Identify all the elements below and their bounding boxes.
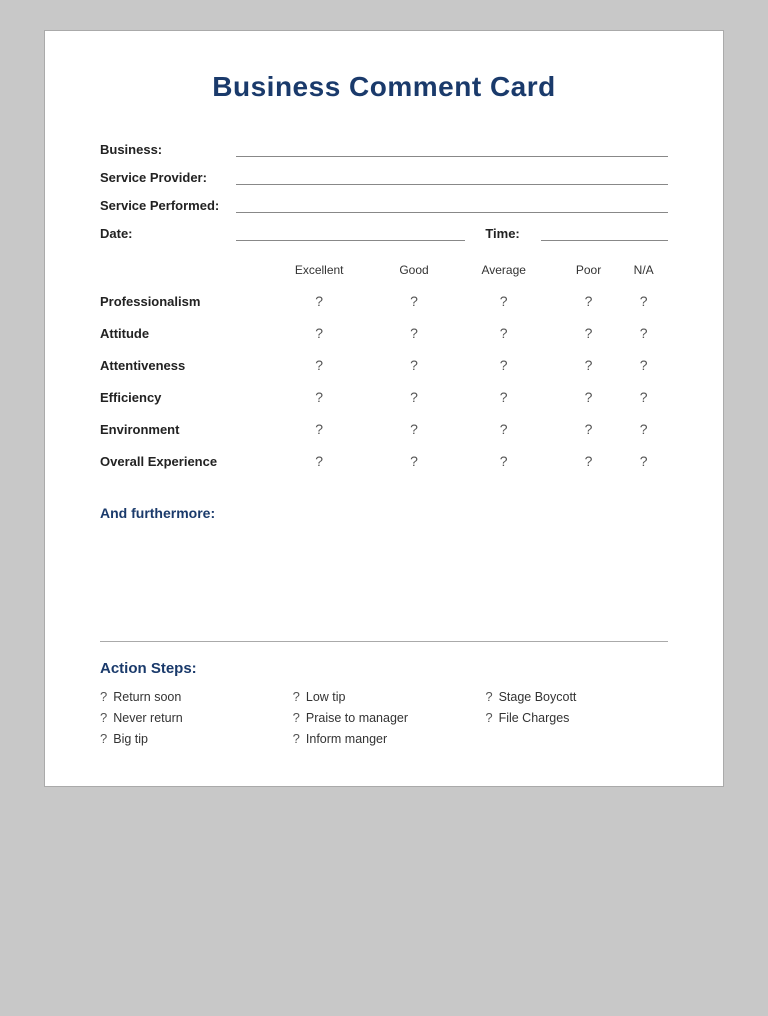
service-provider-input-line[interactable] <box>236 167 668 185</box>
action-step-label: Low tip <box>306 690 346 704</box>
action-q-mark: ? <box>100 710 107 725</box>
rating-cell[interactable]: ? <box>619 381 668 413</box>
col-header-excellent: Excellent <box>260 263 378 285</box>
rating-cell[interactable]: ? <box>378 413 449 445</box>
rating-cell[interactable]: ? <box>619 317 668 349</box>
rating-cell[interactable]: ? <box>619 445 668 477</box>
action-step-item[interactable] <box>485 731 668 746</box>
business-field-row: Business: <box>100 139 668 157</box>
comment-card: Business Comment Card Business: Service … <box>44 30 724 787</box>
rating-cell[interactable]: ? <box>619 285 668 317</box>
business-label: Business: <box>100 142 230 157</box>
action-q-mark: ? <box>485 689 492 704</box>
action-step-item[interactable]: ? Stage Boycott <box>485 689 668 704</box>
comment-area[interactable] <box>100 531 668 621</box>
date-input-line[interactable] <box>236 223 465 241</box>
action-step-label: Inform manger <box>306 732 387 746</box>
rating-cell[interactable]: ? <box>450 317 558 349</box>
action-step-label: Praise to manager <box>306 711 408 725</box>
rating-row-label: Professionalism <box>100 285 260 317</box>
action-step-item[interactable]: ? Big tip <box>100 731 283 746</box>
rating-cell[interactable]: ? <box>260 285 378 317</box>
action-step-item[interactable]: ? Never return <box>100 710 283 725</box>
col-header-poor: Poor <box>558 263 620 285</box>
rating-cell[interactable]: ? <box>619 413 668 445</box>
service-provider-label: Service Provider: <box>100 170 230 185</box>
action-step-item[interactable]: ? File Charges <box>485 710 668 725</box>
rating-cell[interactable]: ? <box>558 349 620 381</box>
service-performed-input-line[interactable] <box>236 195 668 213</box>
col-header-average: Average <box>450 263 558 285</box>
rating-row: Attitude????? <box>100 317 668 349</box>
rating-cell[interactable]: ? <box>378 381 449 413</box>
rating-row: Environment????? <box>100 413 668 445</box>
rating-cell[interactable]: ? <box>558 285 620 317</box>
date-label: Date: <box>100 226 230 241</box>
action-steps-grid: ? Return soon? Low tip? Stage Boycott? Never… <box>100 689 668 746</box>
service-performed-field-row: Service Performed: <box>100 195 668 213</box>
rating-cell[interactable]: ? <box>260 349 378 381</box>
rating-row: Attentiveness????? <box>100 349 668 381</box>
action-step-item[interactable]: ? Low tip <box>293 689 476 704</box>
action-step-item[interactable]: ? Praise to manager <box>293 710 476 725</box>
rating-cell[interactable]: ? <box>450 285 558 317</box>
action-step-label: Big tip <box>113 732 148 746</box>
rating-row: Efficiency????? <box>100 381 668 413</box>
action-steps-title: Action Steps: <box>100 660 668 677</box>
time-group: Time: <box>485 223 668 241</box>
rating-cell[interactable]: ? <box>260 317 378 349</box>
rating-cell[interactable]: ? <box>450 445 558 477</box>
divider <box>100 641 668 642</box>
rating-cell[interactable]: ? <box>558 381 620 413</box>
action-q-mark: ? <box>293 689 300 704</box>
rating-cell[interactable]: ? <box>450 381 558 413</box>
rating-cell[interactable]: ? <box>450 349 558 381</box>
rating-cell[interactable]: ? <box>378 285 449 317</box>
rating-table: Excellent Good Average Poor N/A Professi… <box>100 263 668 477</box>
rating-cell[interactable]: ? <box>619 349 668 381</box>
rating-cell[interactable]: ? <box>378 349 449 381</box>
rating-row-label: Overall Experience <box>100 445 260 477</box>
rating-cell[interactable]: ? <box>558 317 620 349</box>
rating-cell[interactable]: ? <box>260 445 378 477</box>
rating-row: Professionalism????? <box>100 285 668 317</box>
col-header-na: N/A <box>619 263 668 285</box>
rating-cell[interactable]: ? <box>378 317 449 349</box>
action-step-label: Never return <box>113 711 182 725</box>
action-step-label: Return soon <box>113 690 181 704</box>
date-group: Date: <box>100 223 465 241</box>
action-step-label: File Charges <box>499 711 570 725</box>
rating-cell[interactable]: ? <box>260 413 378 445</box>
rating-row-label: Attentiveness <box>100 349 260 381</box>
col-header-good: Good <box>378 263 449 285</box>
rating-cell[interactable]: ? <box>558 413 620 445</box>
action-q-mark: ? <box>100 731 107 746</box>
business-input-line[interactable] <box>236 139 668 157</box>
rating-cell[interactable]: ? <box>558 445 620 477</box>
rating-cell[interactable]: ? <box>450 413 558 445</box>
action-step-item[interactable]: ? Inform manger <box>293 731 476 746</box>
rating-row-label: Environment <box>100 413 260 445</box>
date-time-row: Date: Time: <box>100 223 668 241</box>
action-q-mark: ? <box>293 731 300 746</box>
service-provider-field-row: Service Provider: <box>100 167 668 185</box>
action-q-mark: ? <box>293 710 300 725</box>
action-step-label: Stage Boycott <box>499 690 577 704</box>
rating-row: Overall Experience????? <box>100 445 668 477</box>
time-input-line[interactable] <box>541 223 668 241</box>
card-title: Business Comment Card <box>100 71 668 103</box>
action-q-mark: ? <box>100 689 107 704</box>
rating-row-label: Attitude <box>100 317 260 349</box>
rating-row-label: Efficiency <box>100 381 260 413</box>
action-step-item[interactable]: ? Return soon <box>100 689 283 704</box>
rating-cell[interactable]: ? <box>378 445 449 477</box>
time-label: Time: <box>485 226 535 241</box>
furthermore-label: And furthermore: <box>100 505 668 521</box>
rating-cell[interactable]: ? <box>260 381 378 413</box>
service-performed-label: Service Performed: <box>100 198 230 213</box>
action-q-mark: ? <box>485 710 492 725</box>
